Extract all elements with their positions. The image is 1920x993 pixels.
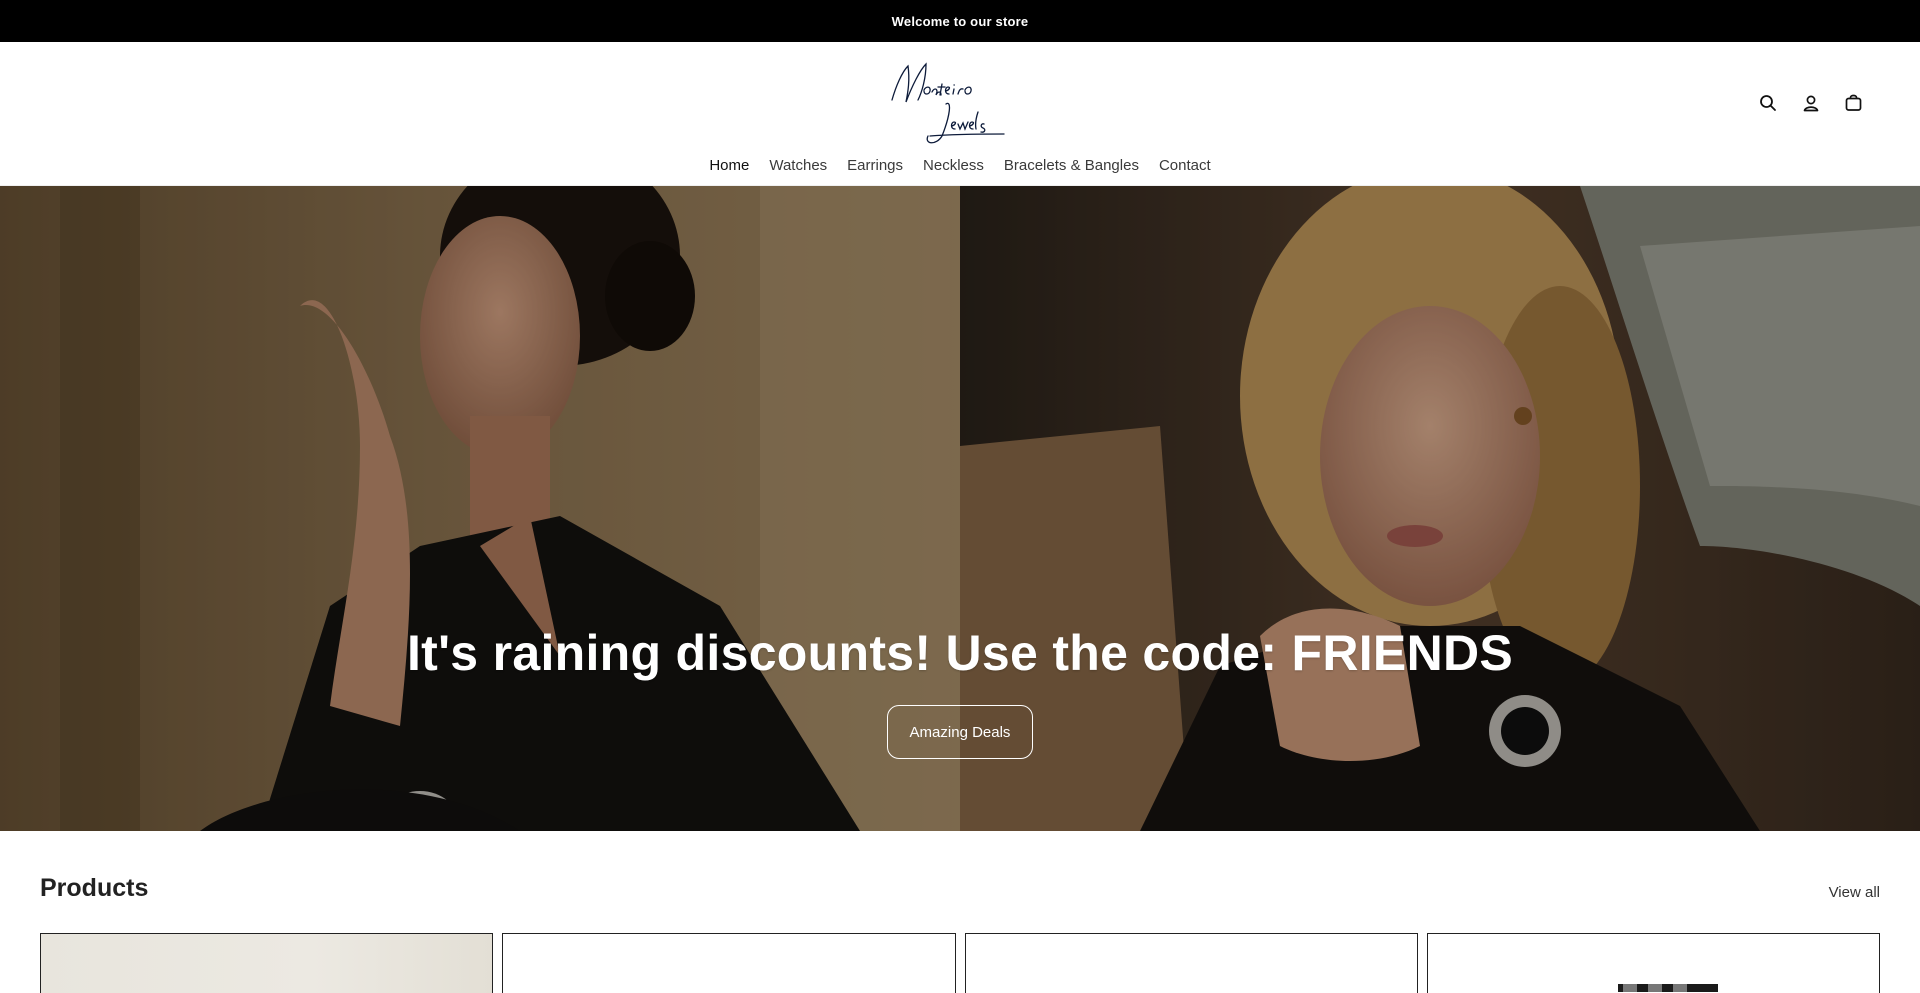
header-actions xyxy=(1753,88,1868,117)
product-card[interactable] xyxy=(40,933,494,993)
account-icon[interactable] xyxy=(1796,88,1825,117)
products-heading: Products xyxy=(40,874,149,902)
main-navigation: Home Watches Earrings Neckless Bracelets… xyxy=(0,156,1920,176)
nav-item-neckless[interactable]: Neckless xyxy=(923,156,984,176)
view-all-link[interactable]: View all xyxy=(1829,884,1880,901)
site-header: Home Watches Earrings Neckless Bracelets… xyxy=(0,42,1920,186)
hero-title: It's raining discounts! Use the code: FR… xyxy=(406,625,1514,681)
nav-item-bracelets-bangles[interactable]: Bracelets & Bangles xyxy=(1004,156,1139,176)
announcement-text: Welcome to our store xyxy=(891,13,1029,29)
nav-item-earrings[interactable]: Earrings xyxy=(847,156,903,176)
nav-item-watches[interactable]: Watches xyxy=(769,156,827,176)
amazing-deals-button[interactable]: Amazing Deals xyxy=(887,705,1033,759)
product-grid xyxy=(40,933,1880,993)
search-icon[interactable] xyxy=(1753,88,1782,117)
nav-item-contact[interactable]: Contact xyxy=(1159,156,1211,176)
product-image xyxy=(1617,984,1718,992)
nav-item-home[interactable]: Home xyxy=(709,156,749,176)
product-card[interactable] xyxy=(964,933,1418,993)
announcement-bar: Welcome to our store xyxy=(0,0,1920,42)
product-card[interactable] xyxy=(1426,933,1880,993)
product-card[interactable] xyxy=(502,933,956,993)
logo-script-image xyxy=(891,62,1005,144)
store-logo[interactable] xyxy=(886,56,1006,148)
cart-icon[interactable] xyxy=(1839,88,1868,117)
